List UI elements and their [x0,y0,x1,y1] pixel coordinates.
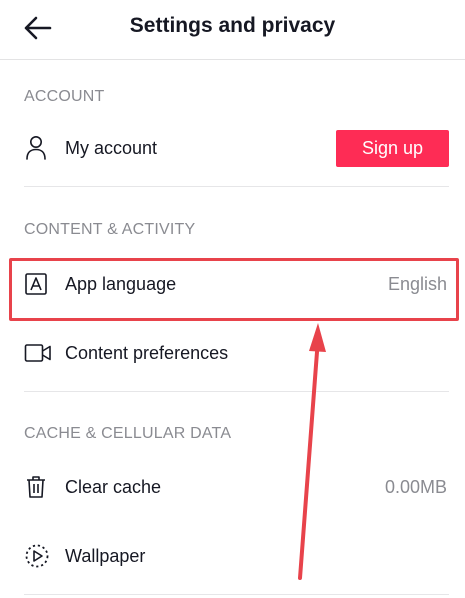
person-icon [24,134,52,162]
divider [24,186,449,187]
wallpaper-play-icon [24,542,52,570]
settings-screen: Settings and privacy ACCOUNT My account … [0,0,465,598]
content-preferences-row[interactable]: Content preferences [24,328,449,378]
clear-cache-row[interactable]: Clear cache 0.00MB [24,462,449,512]
content-preferences-label: Content preferences [65,342,229,363]
my-account-row[interactable]: My account Sign up [24,123,449,173]
divider [24,391,449,392]
header-bar: Settings and privacy [0,0,465,60]
highlight-box [9,258,459,321]
wallpaper-row[interactable]: Wallpaper [24,531,449,581]
divider [24,594,449,595]
trash-icon [24,473,52,501]
my-account-label: My account [65,137,158,158]
cache-size-value: 0.00MB [384,476,447,497]
wallpaper-label: Wallpaper [65,545,146,566]
clear-cache-label: Clear cache [65,476,162,497]
section-label-account: ACCOUNT [24,88,105,105]
page-title: Settings and privacy [129,14,336,37]
video-camera-icon [24,339,52,367]
section-label-content-activity: CONTENT & ACTIVITY [24,221,196,238]
section-label-cache: CACHE & CELLULAR DATA [24,425,232,442]
sign-up-button[interactable]: Sign up [336,129,449,167]
